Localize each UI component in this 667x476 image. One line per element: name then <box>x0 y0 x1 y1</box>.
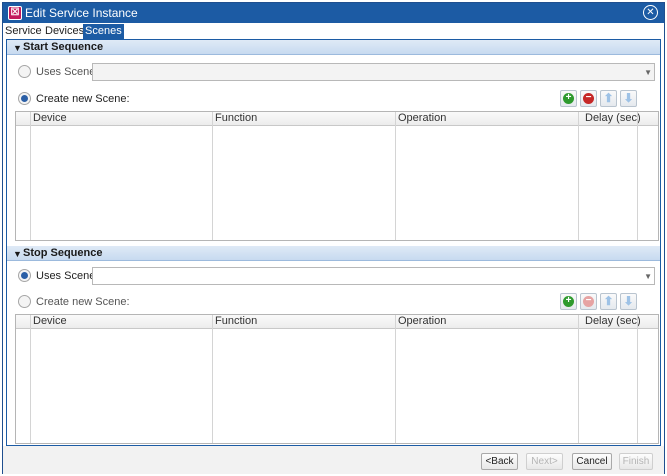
stop-sequence-header[interactable]: ▼ Stop Sequence <box>7 246 660 261</box>
col-function[interactable]: Function <box>212 112 257 126</box>
cancel-button[interactable]: Cancel <box>572 453 612 470</box>
stop-add-button[interactable]: + <box>560 293 577 310</box>
stop-table-header: Device Function Operation Delay (sec) <box>16 315 658 329</box>
start-uses-scene-label: Uses Scene: <box>36 66 99 78</box>
scenes-panel: ▼ Start Sequence Uses Scene: ▼ Create ne… <box>6 39 661 446</box>
col-operation[interactable]: Operation <box>395 315 446 329</box>
column-divider <box>30 112 31 240</box>
remove-icon: − <box>583 296 594 307</box>
dropdown-arrow-icon[interactable]: ▼ <box>644 68 652 77</box>
back-button[interactable]: <Back <box>481 453 518 470</box>
stop-create-new-radio[interactable] <box>18 295 31 308</box>
collapse-triangle-icon[interactable]: ▼ <box>13 247 22 261</box>
column-divider <box>212 112 213 240</box>
stop-remove-button[interactable]: − <box>580 293 597 310</box>
col-delay[interactable]: Delay (sec) <box>582 315 641 329</box>
start-create-new-row: Create new Scene: + − ⬆ ⬇ <box>7 89 660 109</box>
col-device[interactable]: Device <box>30 315 67 329</box>
start-remove-button[interactable]: − <box>580 90 597 107</box>
start-table-header: Device Function Operation Delay (sec) <box>16 112 658 126</box>
finish-button[interactable]: Finish <box>619 453 653 470</box>
start-uses-scene-radio[interactable] <box>18 65 31 78</box>
start-uses-scene-row: Uses Scene: ▼ <box>7 62 660 82</box>
start-uses-scene-select[interactable]: ▼ <box>92 63 655 81</box>
tab-service[interactable]: Service <box>3 24 45 39</box>
stop-uses-scene-radio[interactable] <box>18 269 31 282</box>
remove-icon: − <box>583 93 594 104</box>
app-icon: ☒ <box>8 6 22 20</box>
column-divider <box>637 315 638 443</box>
dialog-title: Edit Service Instance <box>25 6 138 20</box>
column-divider <box>212 315 213 443</box>
start-move-up-button[interactable]: ⬆ <box>600 90 617 107</box>
stop-move-up-button[interactable]: ⬆ <box>600 293 617 310</box>
start-sequence-title: Start Sequence <box>23 41 104 53</box>
stop-sequence-table[interactable]: Device Function Operation Delay (sec) <box>15 314 659 444</box>
col-device[interactable]: Device <box>30 112 67 126</box>
stop-uses-scene-row: Uses Scene: ▼ <box>7 266 660 286</box>
title-bar[interactable]: ☒ Edit Service Instance ✕ <box>3 3 664 23</box>
add-icon: + <box>563 296 574 307</box>
dropdown-arrow-icon[interactable]: ▼ <box>644 272 652 281</box>
tab-scenes[interactable]: Scenes <box>83 24 124 39</box>
tab-devices[interactable]: Devices <box>43 24 88 39</box>
dialog-footer: <Back Next> Cancel Finish <box>3 446 664 474</box>
collapse-triangle-icon[interactable]: ▼ <box>13 41 22 55</box>
column-divider <box>578 112 579 240</box>
stop-move-down-button[interactable]: ⬇ <box>620 293 637 310</box>
close-icon[interactable]: ✕ <box>643 5 658 20</box>
add-icon: + <box>563 93 574 104</box>
start-create-new-label: Create new Scene: <box>36 93 130 105</box>
arrow-down-icon: ⬇ <box>623 294 634 308</box>
stop-uses-scene-select[interactable]: ▼ <box>92 267 655 285</box>
edit-service-instance-dialog: ☒ Edit Service Instance ✕ Service Device… <box>2 2 665 474</box>
arrow-down-icon: ⬇ <box>623 91 634 105</box>
column-divider <box>395 112 396 240</box>
column-divider <box>395 315 396 443</box>
start-sequence-header[interactable]: ▼ Start Sequence <box>7 40 660 55</box>
stop-create-new-label: Create new Scene: <box>36 296 130 308</box>
column-divider <box>637 112 638 240</box>
tab-bar: Service Devices Scenes <box>3 23 664 39</box>
column-divider <box>30 315 31 443</box>
next-button[interactable]: Next> <box>526 453 563 470</box>
start-sequence-table[interactable]: Device Function Operation Delay (sec) <box>15 111 659 241</box>
arrow-up-icon: ⬆ <box>603 294 614 308</box>
start-move-down-button[interactable]: ⬇ <box>620 90 637 107</box>
stop-uses-scene-label: Uses Scene: <box>36 270 99 282</box>
stop-sequence-title: Stop Sequence <box>23 247 103 259</box>
arrow-up-icon: ⬆ <box>603 91 614 105</box>
col-function[interactable]: Function <box>212 315 257 329</box>
start-add-button[interactable]: + <box>560 90 577 107</box>
column-divider <box>578 315 579 443</box>
col-delay[interactable]: Delay (sec) <box>582 112 641 126</box>
stop-create-new-row: Create new Scene: + − ⬆ ⬇ <box>7 292 660 312</box>
start-create-new-radio[interactable] <box>18 92 31 105</box>
col-operation[interactable]: Operation <box>395 112 446 126</box>
